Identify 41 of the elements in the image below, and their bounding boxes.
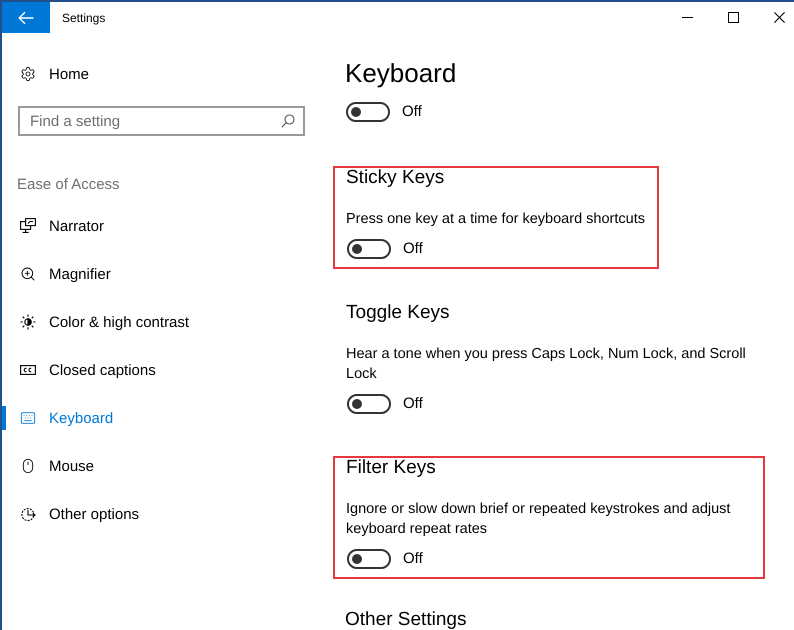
section-heading: Toggle Keys [346,303,451,323]
section-heading: Other Settings [345,610,468,630]
minimize-icon [682,17,692,18]
section-heading: Filter Keys [346,458,437,478]
section-description: Press one key at a time for keyboard shortcuts [346,210,645,229]
section-description: Hear a tone when you press Caps Lock, Num Lock, and Scroll Lock [346,345,747,384]
closed-captions-icon [20,362,36,378]
search-icon [281,114,295,128]
section-heading: Sticky Keys [346,168,446,188]
page-title: Keyboard [345,57,458,90]
clock-arrow-icon [20,506,36,522]
home-link[interactable]: Home [2,50,320,98]
nav-item[interactable]: Keyboard [2,394,320,442]
toggle-switch[interactable] [347,239,391,259]
toggle-switch[interactable] [347,549,391,569]
nav-item[interactable]: Other options [2,490,320,538]
back-arrow-icon [18,10,34,24]
magnifier-icon [20,266,36,282]
nav-item[interactable]: Closed captions [2,346,320,394]
keyboard-icon [20,410,36,426]
toggle-state-label: Off [402,102,422,122]
nav-item[interactable]: Color & high contrast [2,298,320,346]
section-label: Ease of Access [17,175,121,195]
toggle-switch[interactable] [346,102,390,122]
mouse-icon [20,458,36,474]
section-description: Ignore or slow down brief or repeated keystrokes and adjust keyboard repeat rates [346,500,732,539]
nav-item[interactable]: Mouse [2,442,320,490]
toggle-switch[interactable] [347,394,391,414]
monitor-icon [20,218,36,234]
brightness-icon [20,314,36,330]
close-icon [774,12,784,23]
settings-icon [20,66,36,82]
toggle-state-label: Off [403,549,423,569]
maximize-icon [728,12,738,23]
toggle-state-label: Off [403,394,423,414]
back-button[interactable] [2,2,50,33]
toggle-state-label: Off [403,239,423,259]
search-field[interactable]: Find a setting [18,106,305,136]
window-title: Settings [62,10,106,26]
nav-item[interactable]: Magnifier [2,250,320,298]
nav-item[interactable]: Narrator [2,202,320,250]
